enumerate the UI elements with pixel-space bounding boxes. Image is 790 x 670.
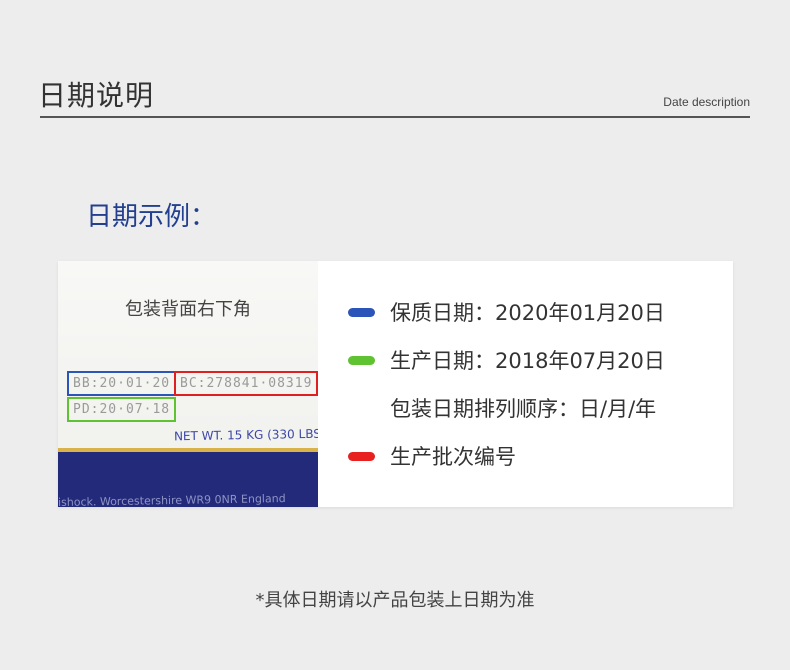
package-photo: 包装背面右下角 BB:20·01·20 BC:278841·08319 PD:2… <box>58 261 318 507</box>
photo-caption: 包装背面右下角 <box>125 299 251 320</box>
example-card: 包装背面右下角 BB:20·01·20 BC:278841·08319 PD:2… <box>58 261 733 507</box>
example-title: 日期示例： <box>86 202 217 232</box>
green-marker-icon <box>348 356 375 365</box>
best-before-code: BB:20·01·20 <box>67 371 177 396</box>
footnote: *具体日期请以产品包装上日期为准 <box>255 590 535 611</box>
net-weight-text: NET WT. 15 KG (330 LBS) <box>173 426 318 444</box>
legend-item: 保质日期：2020年01月20日 <box>348 297 718 345</box>
legend-label: 生产批次编号 <box>390 445 516 469</box>
legend-item: 包装日期排列顺序：日/月/年 <box>348 393 718 441</box>
legend-label: 保质日期：2020年01月20日 <box>390 301 665 325</box>
blue-marker-icon <box>348 308 375 317</box>
date-legend: 保质日期：2020年01月20日 生产日期：2018年07月20日 包装日期排列… <box>348 297 718 489</box>
legend-label: 生产日期：2018年07月20日 <box>390 349 665 373</box>
page-subtitle: Date description <box>663 95 750 109</box>
production-date-code: PD:20·07·18 <box>67 397 177 422</box>
legend-label: 包装日期排列顺序：日/月/年 <box>390 397 657 421</box>
red-marker-icon <box>348 452 375 461</box>
page-title: 日期说明 <box>38 79 155 112</box>
legend-item: 生产批次编号 <box>348 441 718 489</box>
batch-code: BC:278841·08319 <box>174 371 318 396</box>
header-divider <box>40 116 750 118</box>
legend-item: 生产日期：2018年07月20日 <box>348 345 718 393</box>
